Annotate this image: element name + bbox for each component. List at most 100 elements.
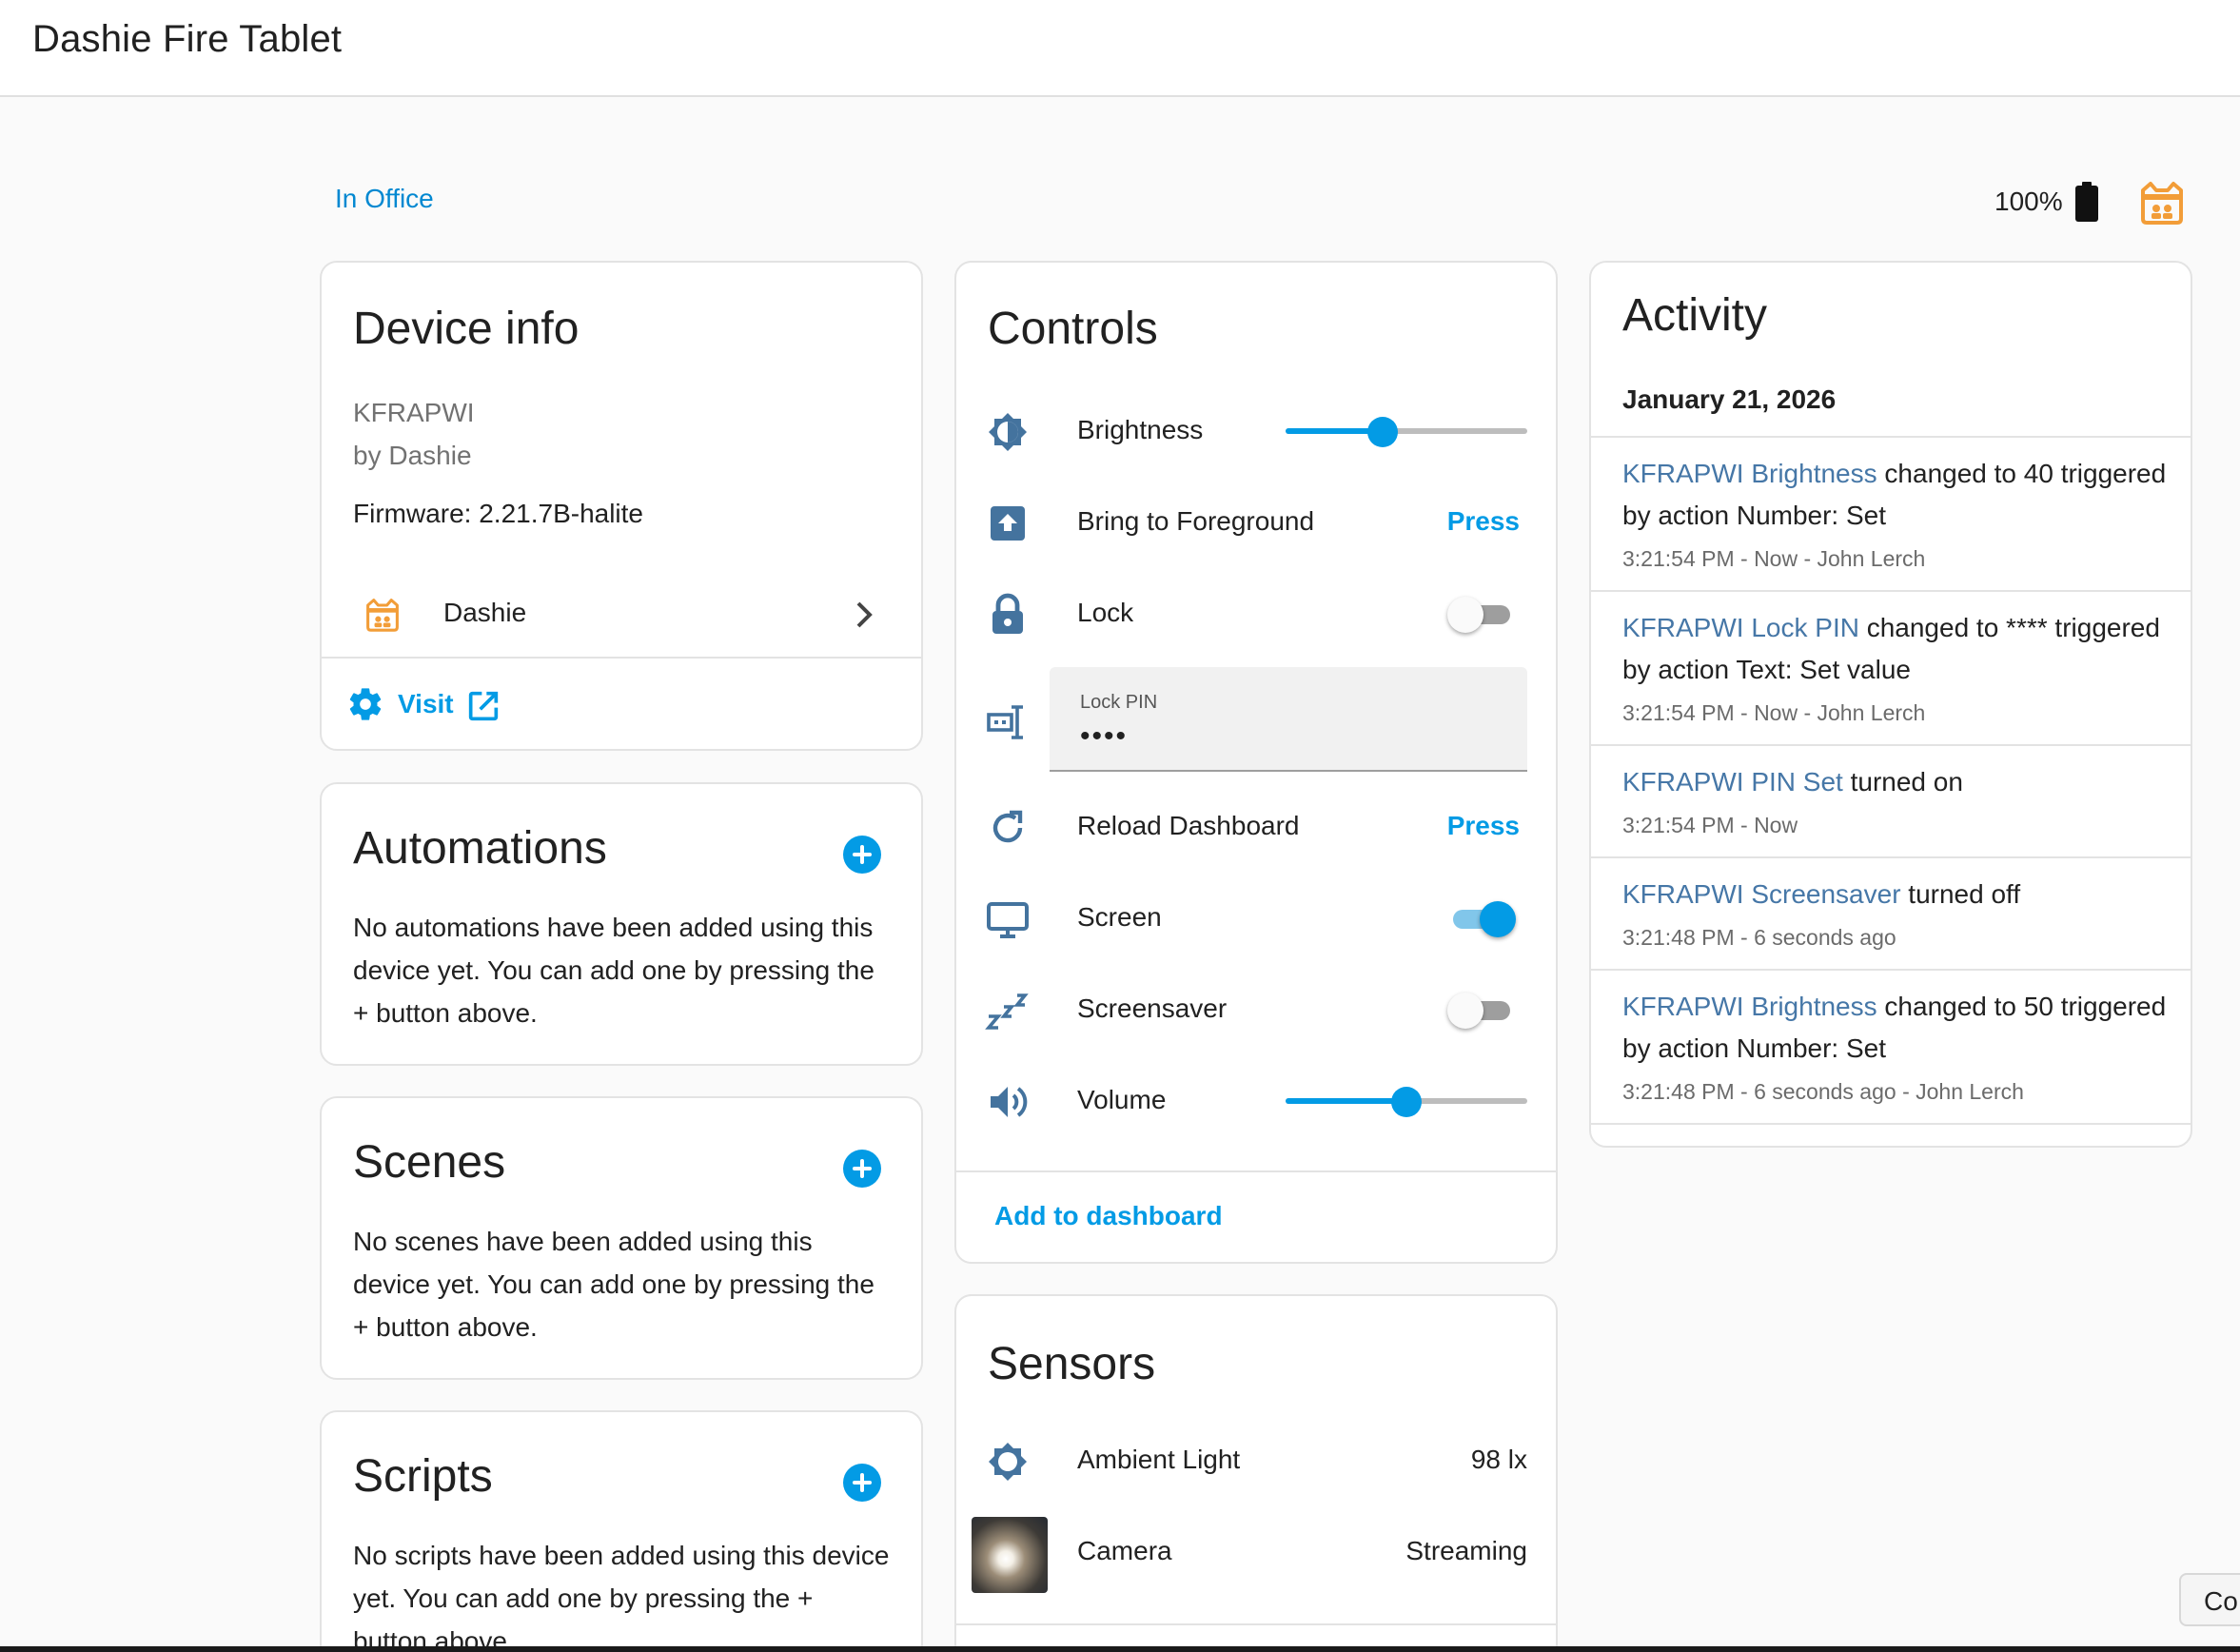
camera-row[interactable]: Camera Streaming [956, 1509, 1556, 1595]
activity-meta: 3:21:48 PM - 6 seconds ago - John Lerch [1622, 1079, 2024, 1104]
add-to-dashboard-button[interactable]: Add to dashboard [994, 1201, 1223, 1231]
add-scene-button[interactable] [843, 1150, 881, 1188]
card-divider [322, 657, 921, 659]
activity-message: KFRAPWI Screensaver turned off [1622, 874, 2171, 915]
lock-toggle[interactable] [1447, 596, 1516, 634]
reload-icon [992, 810, 1023, 843]
activity-text: turned off [1900, 879, 2021, 909]
activity-text-cont: by action Text: Set value [1622, 655, 1911, 684]
slider-thumb[interactable] [1366, 417, 1398, 447]
activity-title: Activity [1622, 290, 1768, 341]
device-firmware: Firmware: 2.21.7B-halite [353, 499, 644, 528]
controls-title: Controls [988, 304, 1158, 354]
automations-empty-text: No automations have been added using thi… [353, 913, 874, 1028]
activity-meta: 3:21:54 PM - Now [1622, 813, 1798, 837]
toggle-thumb [1447, 597, 1484, 633]
chevron-right-icon [856, 601, 873, 628]
area-link[interactable]: In Office [335, 184, 434, 214]
pin-icon [987, 705, 1023, 739]
camera-value: Streaming [1405, 1536, 1527, 1565]
ambient-light-label: Ambient Light [1077, 1445, 1241, 1474]
screensaver-toggle[interactable] [1447, 992, 1516, 1030]
volume-row: Volume [956, 1058, 1556, 1144]
device-info-title: Device info [353, 304, 580, 354]
activity-text-cont: by action Number: Set [1622, 501, 1887, 530]
activity-text: changed to **** triggered [1858, 613, 2160, 642]
screensaver-label: Screensaver [1077, 993, 1228, 1023]
partial-button[interactable]: Co [2179, 1573, 2240, 1626]
activity-message: KFRAPWI Brightness changed to 50 trigger… [1622, 986, 2171, 1070]
toggle-thumb [1447, 993, 1484, 1029]
activity-entry: KFRAPWI Lock PIN changed to **** trigger… [1591, 590, 2191, 744]
foreground-icon [991, 506, 1025, 541]
activity-entry: KFRAPWI Brightness changed to 50 trigger… [1591, 969, 2191, 1125]
activity-entity-link[interactable]: KFRAPWI Brightness [1622, 992, 1877, 1021]
activity-text-cont: by action Number: Set [1622, 1033, 1887, 1063]
reload-row: Reload Dashboard Press [956, 784, 1556, 870]
scenes-empty-text: No scenes have been added using this dev… [353, 1227, 874, 1342]
lock-row: Lock [956, 571, 1556, 657]
automations-title: Automations [353, 823, 607, 874]
scenes-title: Scenes [353, 1137, 506, 1188]
activity-message: KFRAPWI Brightness changed to 40 trigger… [1622, 453, 2171, 537]
ambient-light-row[interactable]: Ambient Light 98 lx [956, 1418, 1556, 1504]
activity-date: January 21, 2026 [1622, 384, 1837, 414]
activity-entity-link[interactable]: KFRAPWI Screensaver [1622, 879, 1901, 909]
lock-pin-row: Lock PIN •••• [956, 667, 1556, 774]
slider-fill [1286, 1098, 1406, 1104]
activity-entity-link[interactable]: KFRAPWI Brightness [1622, 459, 1877, 488]
device-manufacturer: by Dashie [353, 441, 472, 470]
dashie-logo-icon [366, 599, 399, 632]
reload-press-button[interactable]: Press [1447, 811, 1520, 841]
automations-card: Automations No automations have been add… [320, 782, 923, 1066]
lock-pin-label: Lock PIN [1080, 692, 1158, 713]
battery-level: 100% [1994, 187, 2063, 216]
brightness-label: Brightness [1077, 415, 1204, 444]
camera-thumbnail[interactable] [972, 1517, 1048, 1593]
screensaver-row: Screensaver [956, 967, 1556, 1052]
foreground-label: Bring to Foreground [1077, 506, 1315, 536]
scripts-card: Scripts No scripts have been added using… [320, 1410, 923, 1652]
brightness-icon [989, 413, 1027, 451]
activity-message: KFRAPWI Lock PIN changed to **** trigger… [1622, 607, 2171, 691]
screen-toggle[interactable] [1447, 900, 1516, 938]
sensors-card: Sensors Ambient Light 98 lx Camera Strea… [954, 1294, 1558, 1652]
activity-card: Activity January 21, 2026 KFRAPWI Bright… [1589, 261, 2192, 1148]
activity-entity-link[interactable]: KFRAPWI Lock PIN [1622, 613, 1859, 642]
integration-row[interactable]: Dashie [322, 577, 921, 653]
scripts-empty-text: No scripts have been added using this de… [353, 1541, 890, 1652]
sensors-title: Sensors [988, 1339, 1156, 1389]
volume-slider[interactable] [1286, 1087, 1527, 1117]
screen-row: Screen [956, 875, 1556, 961]
card-divider [956, 1623, 1556, 1625]
add-script-button[interactable] [843, 1464, 881, 1502]
foreground-press-button[interactable]: Press [1447, 506, 1520, 537]
activity-meta: 3:21:48 PM - 6 seconds ago [1622, 925, 1896, 950]
dashie-logo-icon[interactable] [2137, 181, 2187, 225]
add-automation-button[interactable] [843, 836, 881, 874]
device-model: KFRAPWI [353, 398, 475, 427]
camera-label: Camera [1077, 1536, 1172, 1565]
lock-label: Lock [1077, 598, 1134, 627]
gear-icon [349, 688, 382, 720]
open-in-new-icon [468, 691, 499, 721]
activity-entity-link[interactable]: KFRAPWI PIN Set [1622, 767, 1843, 796]
activity-text: turned on [1842, 767, 1963, 796]
card-divider [956, 1170, 1556, 1172]
scenes-card: Scenes No scenes have been added using t… [320, 1096, 923, 1380]
page-title: Dashie Fire Tablet [32, 18, 343, 60]
activity-message: KFRAPWI PIN Set turned on [1622, 761, 2171, 803]
battery-icon [2074, 182, 2098, 222]
integration-name: Dashie [443, 598, 527, 627]
activity-entry: KFRAPWI PIN Set turned on 3:21:54 PM - N… [1591, 744, 2191, 856]
lock-pin-field[interactable]: Lock PIN •••• [1050, 667, 1527, 772]
activity-text: changed to 40 triggered [1876, 459, 2167, 488]
visit-link[interactable]: Visit [346, 683, 518, 727]
volume-icon [991, 1087, 1028, 1117]
controls-card: Controls Brightness Bring to Foreground … [954, 261, 1558, 1264]
slider-thumb[interactable] [1391, 1087, 1422, 1117]
activity-meta: 3:21:54 PM - Now - John Lerch [1622, 546, 1926, 571]
brightness-slider[interactable] [1286, 417, 1527, 447]
scripts-title: Scripts [353, 1451, 493, 1502]
light-sensor-icon [989, 1443, 1027, 1481]
